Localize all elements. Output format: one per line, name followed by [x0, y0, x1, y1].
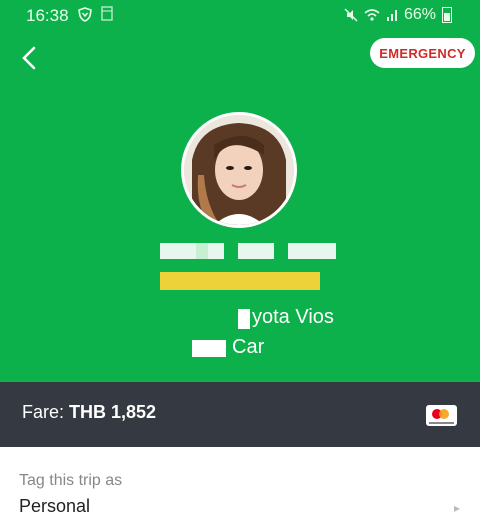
signal-icon [386, 10, 397, 21]
mastercard-icon[interactable] [426, 405, 457, 426]
wifi-icon [364, 9, 380, 21]
license-plate-redacted [160, 272, 320, 290]
mastercard-orange-circle [439, 409, 449, 419]
fare-label: Fare: [22, 402, 65, 422]
chevron-right-icon: ▸ [453, 501, 460, 515]
battery-percent: 66% [403, 6, 436, 23]
driver-avatar [181, 112, 297, 228]
mastercard-caption [429, 422, 454, 424]
status-time: 16:38 [26, 6, 69, 25]
trip-tag-label: Tag this trip as [19, 472, 123, 489]
status-right: 66% [344, 6, 452, 24]
vehicle-model: yota Vios [238, 306, 334, 329]
service-type: Car [192, 336, 264, 359]
shield-icon [78, 7, 92, 22]
trip-tag-row[interactable]: Tag this trip as Personal ▸ [0, 458, 480, 529]
fare-bar: Fare: THB 1,852 [0, 382, 480, 447]
fare-amount: THB 1,852 [69, 402, 157, 422]
mute-icon [344, 8, 358, 22]
calendar-icon [101, 6, 113, 21]
vehicle-model-text: yota Vios [252, 306, 334, 328]
battery-icon [442, 7, 452, 23]
emergency-button[interactable]: EMERGENCY [370, 38, 475, 68]
back-icon[interactable] [18, 44, 42, 72]
trip-tag-value: Personal [19, 496, 91, 516]
fare-summary: Fare: THB 1,852 [22, 402, 156, 423]
driver-photo [184, 115, 294, 225]
status-bar: 16:38 66% [0, 0, 480, 30]
service-type-text: Car [232, 336, 265, 358]
